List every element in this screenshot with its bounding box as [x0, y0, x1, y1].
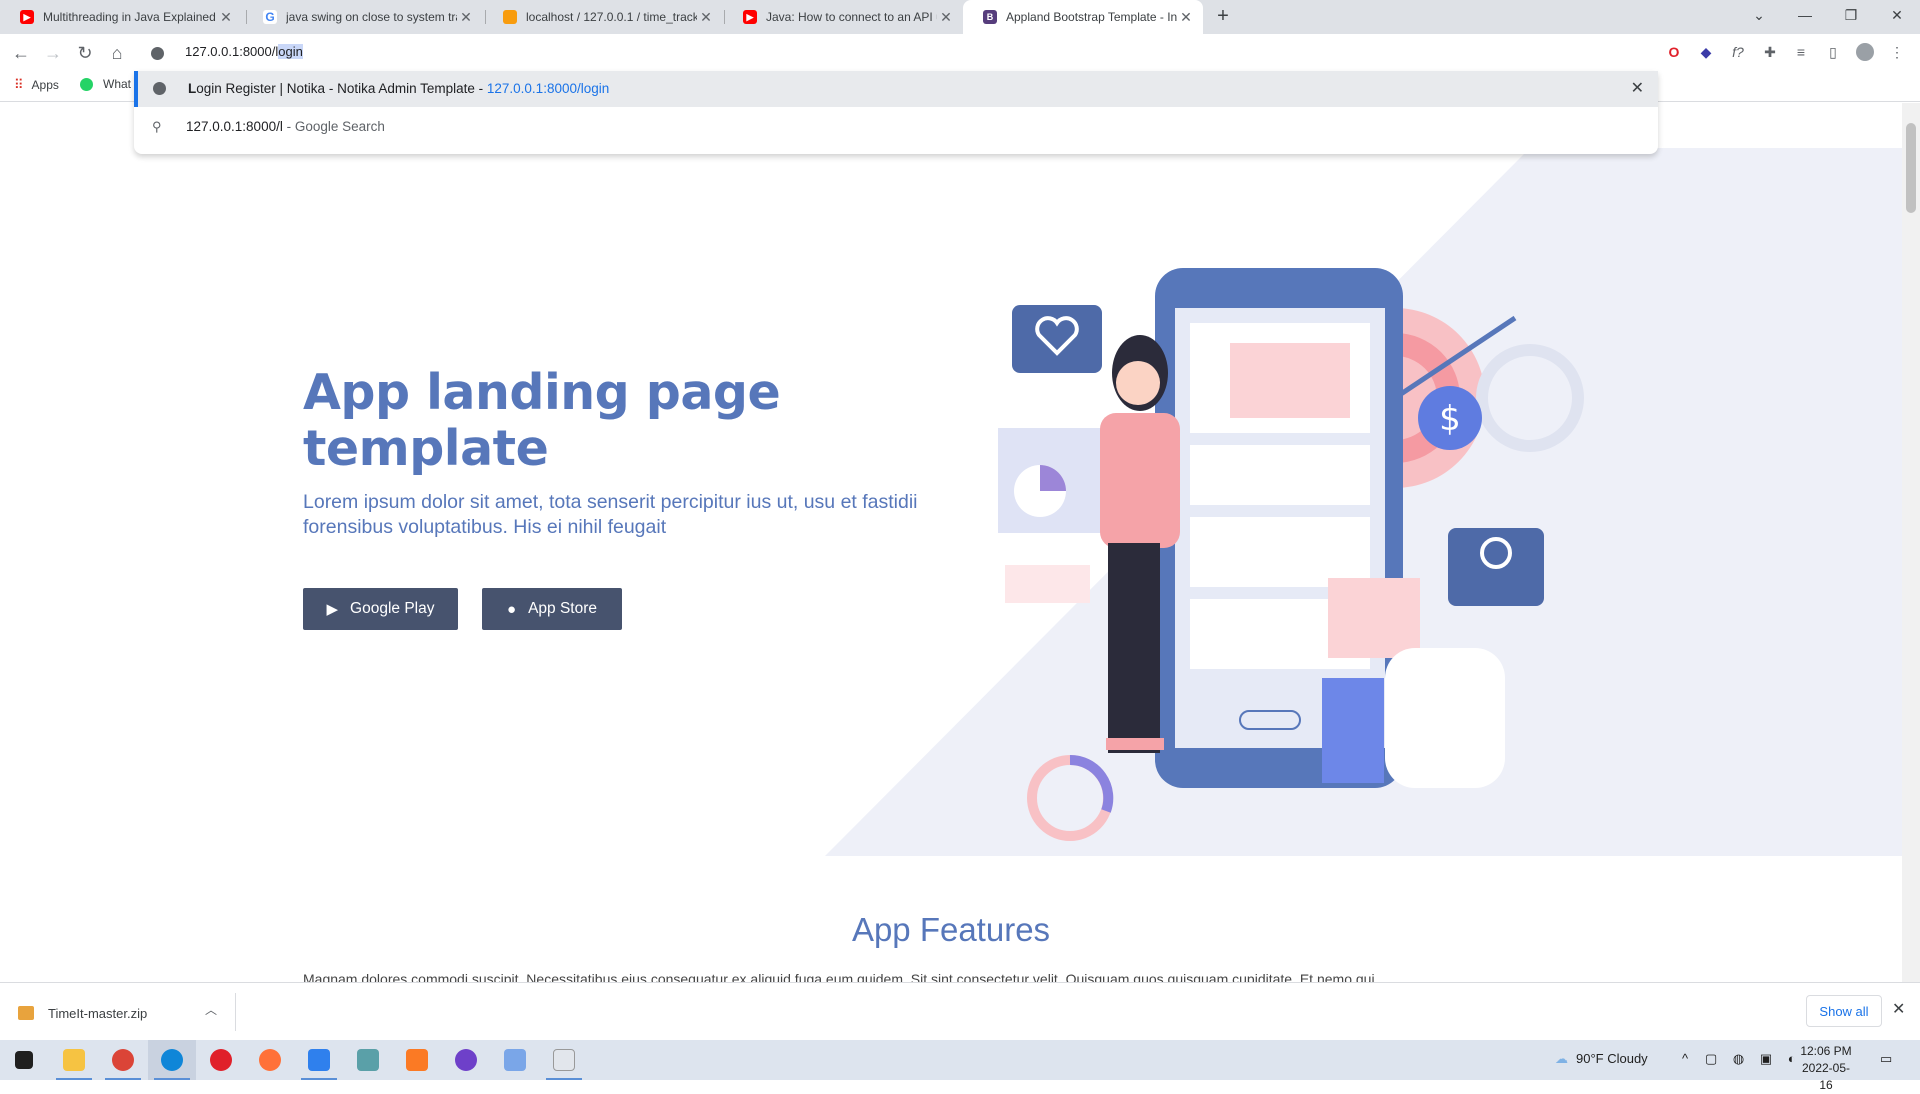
app-hexagon-icon[interactable] — [344, 1040, 392, 1080]
download-item[interactable]: TimeIt-master.zip — [18, 995, 228, 1031]
notifications-icon[interactable]: ▭ — [1880, 1051, 1892, 1067]
gear-icon — [1476, 344, 1584, 452]
play-icon: ▶ — [326, 601, 339, 618]
features-text: Magnam dolores commodi suscipit. Necessi… — [303, 971, 1375, 982]
globe-icon — [153, 82, 166, 95]
edge-icon[interactable] — [148, 1040, 196, 1080]
extensions-puzzle-icon[interactable]: ✚ — [1761, 43, 1779, 61]
apple-icon: ● — [507, 600, 517, 618]
close-icon[interactable]: ✕ — [1177, 9, 1195, 26]
tab-3[interactable]: localhost / 127.0.0.1 / time_track ✕ — [483, 0, 723, 34]
web-page: $ App landing page template Lorem ipsum … — [0, 103, 1902, 982]
tab-title: Appland Bootstrap Template - In — [1006, 10, 1177, 24]
vertical-scrollbar[interactable] — [1902, 103, 1920, 982]
opera-icon[interactable] — [197, 1040, 245, 1080]
youtube-icon: ▶ — [20, 10, 34, 24]
omnibox-suggestions: Login Register | Notika - Notika Admin T… — [134, 71, 1658, 154]
github-desktop-icon[interactable] — [442, 1040, 490, 1080]
home-button[interactable]: ⌂ — [104, 40, 130, 66]
chevron-up-icon[interactable]: ︿ — [205, 1001, 217, 1018]
side-panel-icon[interactable]: ▯ — [1824, 43, 1842, 61]
clock[interactable]: 12:06 PM 2022-05-16 — [1796, 1043, 1856, 1094]
suggestion-google-search[interactable]: ⚲ 127.0.0.1:8000/l - Google Search — [134, 107, 1658, 145]
heart-bubble-icon — [1012, 305, 1102, 373]
tab-4[interactable]: ▶ Java: How to connect to an API u ✕ — [723, 0, 963, 34]
close-icon[interactable]: ✕ — [457, 9, 475, 26]
hero-illustration: $ — [998, 268, 1584, 841]
apps-grid-icon: ⠿ — [14, 77, 24, 92]
suggestion-login[interactable]: Login Register | Notika - Notika Admin T… — [134, 71, 1658, 107]
minimize-button[interactable]: — — [1782, 0, 1828, 30]
scrollbar-thumb[interactable] — [1906, 123, 1916, 213]
forward-button[interactable]: → — [40, 40, 66, 66]
site-info-icon[interactable] — [151, 47, 164, 60]
features-title: App Features — [851, 911, 1051, 948]
chrome-icon[interactable] — [99, 1040, 147, 1080]
tray-icons[interactable]: ▢ ◍ ▣ ◐ — [1705, 1051, 1802, 1067]
tab-title: Java: How to connect to an API u — [766, 10, 937, 24]
tab-title: localhost / 127.0.0.1 / time_track — [526, 10, 697, 24]
window-close-button[interactable]: ✕ — [1874, 0, 1920, 30]
tab-title: Multithreading in Java Explained — [43, 10, 216, 24]
vscode-icon[interactable] — [295, 1040, 343, 1080]
java-icon[interactable] — [540, 1040, 588, 1080]
tab-5-active[interactable]: B Appland Bootstrap Template - In ✕ — [963, 0, 1203, 34]
media-control-icon[interactable]: ≡ — [1792, 43, 1810, 61]
address-bar[interactable] — [135, 35, 1658, 71]
function-extension-icon[interactable]: f? — [1729, 43, 1747, 61]
close-downloads-icon[interactable]: ✕ — [1892, 999, 1905, 1019]
search-icon: ⚲ — [152, 119, 162, 134]
show-all-button[interactable]: Show all — [1806, 995, 1882, 1027]
app-store-button[interactable]: ● App Store — [482, 588, 622, 630]
extension-badge-icon[interactable]: ◆ — [1697, 43, 1715, 61]
svg-text:$: $ — [1439, 399, 1461, 439]
app-diamond-icon[interactable] — [491, 1040, 539, 1080]
reload-button[interactable]: ↻ — [72, 40, 98, 66]
start-button[interactable] — [0, 1040, 48, 1080]
hero-title: App landing page template — [303, 364, 781, 477]
chevron-up-icon[interactable]: ^ — [1682, 1051, 1688, 1066]
new-tab-button[interactable]: + — [1211, 5, 1235, 29]
tab-1[interactable]: ▶ Multithreading in Java Explained ✕ — [0, 0, 243, 34]
hero-subtitle: Lorem ipsum dolor sit amet, tota senseri… — [303, 491, 918, 538]
file-explorer-icon[interactable] — [50, 1040, 98, 1080]
whatsapp-icon — [80, 77, 93, 91]
phpmyadmin-icon — [503, 10, 517, 24]
youtube-icon: ▶ — [743, 10, 757, 24]
cloud-icon: ☁ — [1555, 1051, 1568, 1066]
remove-suggestion-icon[interactable]: ✕ — [1631, 78, 1644, 98]
tab-search-icon[interactable]: ⌄ — [1736, 0, 1782, 30]
xampp-icon[interactable] — [393, 1040, 441, 1080]
opera-extension-icon[interactable]: O — [1665, 43, 1683, 61]
address-input[interactable]: 127.0.0.1:8000/login — [185, 44, 303, 59]
tab-strip: ▶ Multithreading in Java Explained ✕ G j… — [0, 0, 1920, 34]
back-button[interactable]: ← — [8, 40, 34, 66]
zip-file-icon — [18, 1006, 34, 1020]
profile-avatar[interactable] — [1856, 43, 1874, 61]
bookmark-apps[interactable]: ⠿ Apps — [14, 77, 59, 93]
google-play-button[interactable]: ▶ Google Play — [303, 588, 458, 630]
bookmark-whatsapp[interactable]: What — [80, 77, 131, 91]
close-icon[interactable]: ✕ — [217, 9, 235, 26]
windows-taskbar: ☁ 90°F Cloudy ^ ▢ ◍ ▣ ◐ 12:06 PM 2022-05-… — [0, 1040, 1920, 1092]
tab-title: java swing on close to system tra — [286, 10, 457, 24]
bootstrap-icon: B — [983, 10, 997, 24]
close-icon[interactable]: ✕ — [697, 9, 715, 26]
tab-2[interactable]: G java swing on close to system tra ✕ — [243, 0, 483, 34]
downloads-bar: TimeIt-master.zip ︿ Show all ✕ — [0, 982, 1920, 1040]
google-icon: G — [263, 10, 277, 24]
weather-widget[interactable]: ☁ 90°F Cloudy — [1555, 1051, 1648, 1067]
person-illustration — [1100, 413, 1180, 548]
hero-background — [825, 103, 1902, 856]
close-icon[interactable]: ✕ — [937, 9, 955, 26]
menu-icon[interactable]: ⋮ — [1888, 43, 1906, 61]
maximize-button[interactable]: ❐ — [1828, 0, 1874, 30]
firefox-icon[interactable] — [246, 1040, 294, 1080]
